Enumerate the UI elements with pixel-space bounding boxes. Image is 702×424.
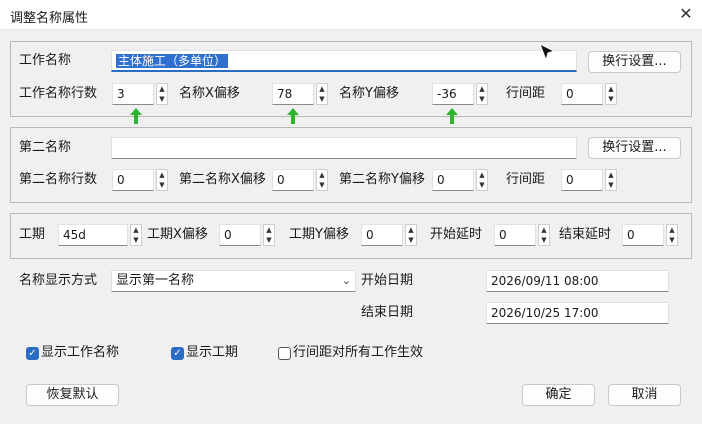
work-name-label: 工作名称 — [19, 53, 72, 68]
second-x-offset-label: 第二名称X偏移 — [179, 172, 266, 187]
second-line-spacing-label: 行间距 — [506, 172, 546, 187]
duration-spinner[interactable]: ▲ ▼ — [130, 224, 142, 246]
chevron-down-icon: ⌄ — [341, 274, 351, 287]
end-date-label: 结束日期 — [361, 305, 414, 320]
end-delay-input[interactable]: 0 — [622, 224, 664, 246]
apply-spacing-label[interactable]: 行间距对所有工作生效 — [293, 343, 423, 363]
second-x-offset-spinner[interactable]: ▲ ▼ — [316, 169, 328, 191]
line-spacing-label: 行间距 — [506, 86, 546, 101]
second-y-offset-label: 第二名称Y偏移 — [339, 172, 425, 187]
wrap-settings-button-2[interactable]: 换行设置... — [588, 137, 681, 159]
y-offset-input[interactable]: -36 — [432, 83, 474, 105]
second-y-offset-input[interactable]: 0 — [432, 169, 474, 191]
second-rows-spinner[interactable]: ▲ ▼ — [156, 169, 168, 191]
end-delay-label: 结束延时 — [559, 227, 612, 242]
y-offset-spinner[interactable]: ▲ ▼ — [476, 83, 488, 105]
work-name-value: 主体施工（多单位） — [116, 54, 229, 68]
duration-y-offset-spinner[interactable]: ▲ ▼ — [405, 224, 417, 246]
start-date-label: 开始日期 — [361, 273, 414, 288]
second-y-offset-spinner[interactable]: ▲ ▼ — [476, 169, 488, 191]
name-rows-label: 工作名称行数 — [19, 86, 98, 101]
title-bar — [0, 0, 702, 30]
duration-y-offset-label: 工期Y偏移 — [289, 227, 349, 242]
show-duration-checkbox[interactable]: ✓ — [171, 347, 184, 360]
display-mode-label: 名称显示方式 — [19, 273, 98, 288]
x-offset-label: 名称X偏移 — [179, 86, 240, 101]
name-rows-input[interactable]: 3 — [112, 83, 154, 105]
start-delay-input[interactable]: 0 — [494, 224, 536, 246]
mouse-cursor-icon — [539, 42, 556, 62]
arrow-up-icon — [446, 108, 458, 124]
y-offset-label: 名称Y偏移 — [339, 86, 399, 101]
second-line-spacing-input[interactable]: 0 — [561, 169, 603, 191]
x-offset-spinner[interactable]: ▲ ▼ — [316, 83, 328, 105]
second-line-spacing-spinner[interactable]: ▲ ▼ — [605, 169, 617, 191]
start-delay-spinner[interactable]: ▲ ▼ — [538, 224, 550, 246]
arrow-up-icon — [130, 108, 142, 124]
show-name-label[interactable]: 显示工作名称 — [41, 343, 119, 363]
close-icon[interactable]: ✕ — [676, 4, 696, 24]
apply-spacing-checkbox[interactable] — [278, 347, 291, 360]
line-spacing-spinner[interactable]: ▲ ▼ — [605, 83, 617, 105]
line-spacing-input[interactable]: 0 — [561, 83, 603, 105]
name-rows-spinner[interactable]: ▲ ▼ — [156, 83, 168, 105]
restore-default-button[interactable]: 恢复默认 — [26, 384, 119, 406]
window-title: 调整名称属性 — [10, 11, 89, 26]
duration-y-offset-input[interactable]: 0 — [361, 224, 403, 246]
second-x-offset-input[interactable]: 0 — [272, 169, 314, 191]
end-delay-spinner[interactable]: ▲ ▼ — [666, 224, 678, 246]
end-date-field[interactable]: 2026/10/25 17:00 — [486, 302, 669, 324]
start-date-field[interactable]: 2026/09/11 08:00 — [486, 270, 669, 292]
work-name-input[interactable]: 主体施工（多单位） — [111, 50, 577, 72]
x-offset-input[interactable]: 78 — [272, 83, 314, 105]
show-duration-label[interactable]: 显示工期 — [186, 343, 238, 363]
duration-input[interactable]: 45d — [58, 224, 128, 246]
duration-x-offset-spinner[interactable]: ▲ ▼ — [263, 224, 275, 246]
wrap-settings-button-1[interactable]: 换行设置... — [588, 51, 681, 73]
arrow-up-icon — [287, 108, 299, 124]
second-rows-label: 第二名称行数 — [19, 172, 98, 187]
duration-x-offset-input[interactable]: 0 — [219, 224, 261, 246]
duration-x-offset-label: 工期X偏移 — [147, 227, 208, 242]
second-name-label: 第二名称 — [19, 140, 72, 155]
cancel-button[interactable]: 取消 — [608, 384, 681, 406]
duration-label: 工期 — [19, 227, 46, 242]
display-mode-value: 显示第一名称 — [116, 273, 195, 288]
second-rows-input[interactable]: 0 — [112, 169, 154, 191]
display-mode-select[interactable]: 显示第一名称 ⌄ — [111, 270, 356, 292]
start-delay-label: 开始延时 — [430, 227, 483, 242]
show-name-checkbox[interactable]: ✓ — [26, 347, 39, 360]
second-name-input[interactable] — [111, 137, 577, 159]
ok-button[interactable]: 确定 — [522, 384, 595, 406]
